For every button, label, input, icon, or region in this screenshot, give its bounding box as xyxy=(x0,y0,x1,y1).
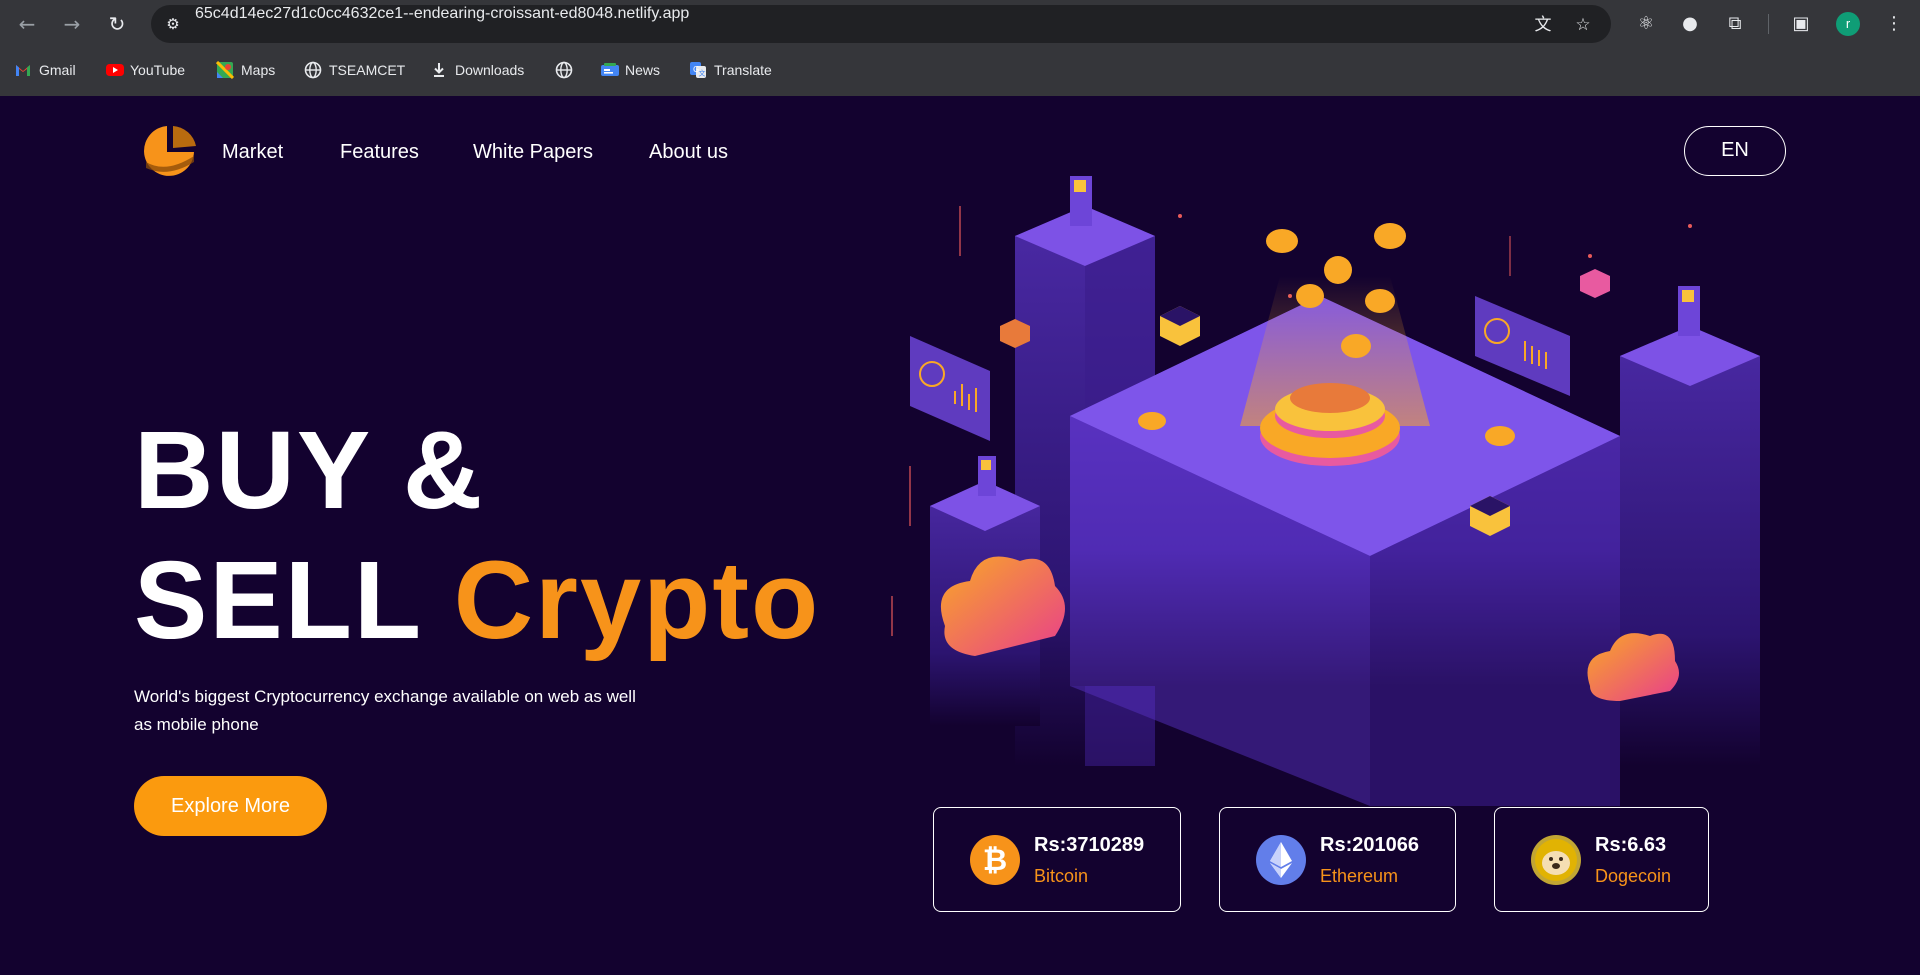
dogecoin-icon xyxy=(1531,835,1581,885)
back-arrow-icon[interactable]: ← xyxy=(13,10,41,38)
ethereum-icon xyxy=(1256,835,1306,885)
bookmark-label: TSEAMCET xyxy=(329,62,406,78)
bookmark-label: Gmail xyxy=(39,62,76,78)
toolbar-divider xyxy=(1768,14,1769,34)
bookmark-gmail[interactable]: Gmail xyxy=(14,56,76,84)
bookmark-label: Translate xyxy=(714,62,772,78)
nav-about-us[interactable]: About us xyxy=(649,141,728,164)
extensions-puzzle-icon[interactable]: ⧉ xyxy=(1723,12,1747,36)
coin-name: Bitcoin xyxy=(1034,866,1089,886)
bookmark-downloads[interactable]: Downloads xyxy=(430,56,524,84)
bookmark-maps[interactable]: Maps xyxy=(215,56,276,84)
url-text[interactable]: 65c4d14ec27d1c0cc4632ce1--endearing-croi… xyxy=(195,5,689,23)
hero-subtitle: World's biggest Cryptocurrency exchange … xyxy=(134,687,636,734)
globe-icon xyxy=(304,61,322,79)
youtube-icon xyxy=(105,61,124,79)
bookmark-unnamed[interactable] xyxy=(555,56,580,84)
coin-card-ethereum[interactable]: Rs:201066 Ethereum xyxy=(1219,807,1456,912)
coin-price: Rs:6.63 xyxy=(1595,834,1667,856)
isometric-crypto-city-illustration xyxy=(891,176,1760,806)
site-info-icon[interactable]: ⚙ xyxy=(163,14,183,34)
side-panel-icon[interactable]: ▣ xyxy=(1789,12,1813,36)
extension-mouse-icon[interactable]: ● xyxy=(1678,12,1702,36)
gmail-icon xyxy=(14,61,32,79)
bookmark-youtube[interactable]: YouTube xyxy=(105,56,185,84)
hero-title-sell: SELL xyxy=(134,539,454,662)
globe-icon xyxy=(555,61,573,79)
crypto-landing-page: Market Features White Papers About us EN… xyxy=(0,96,1920,975)
address-bar[interactable]: ⚙ 65c4d14ec27d1c0cc4632ce1--endearing-cr… xyxy=(151,5,1611,43)
hero-title-line2: SELL Crypto xyxy=(134,536,820,666)
coin-name: Ethereum xyxy=(1320,866,1399,886)
bookmarks-bar: Gmail YouTube Maps TSEAMCET Downloads Ne… xyxy=(0,56,1920,84)
nav-features[interactable]: Features xyxy=(340,141,419,164)
site-logo[interactable] xyxy=(136,122,198,176)
translate-icon: G文 xyxy=(689,61,707,79)
explore-more-button[interactable]: Explore More xyxy=(134,776,327,836)
download-icon xyxy=(430,61,448,79)
svg-text:文: 文 xyxy=(699,69,706,78)
hero-title-crypto: Crypto xyxy=(453,539,821,662)
bookmark-tseamcet[interactable]: TSEAMCET xyxy=(304,56,405,84)
react-devtools-icon[interactable]: ⚛ xyxy=(1634,12,1658,36)
bookmark-star-icon[interactable]: ☆ xyxy=(1572,14,1594,36)
bookmark-news[interactable]: News xyxy=(600,56,660,84)
browser-chrome: ← → ↻ ⚙ 65c4d14ec27d1c0cc4632ce1--endear… xyxy=(0,0,1920,96)
translate-page-icon[interactable]: 文 xyxy=(1532,14,1554,36)
news-icon xyxy=(600,61,619,79)
bookmark-label: YouTube xyxy=(130,62,186,78)
profile-avatar[interactable]: r xyxy=(1836,12,1860,36)
coin-price: Rs:201066 xyxy=(1320,834,1419,856)
hero-title: BUY & SELL Crypto xyxy=(134,406,820,666)
coin-price: Rs:3710289 xyxy=(1034,834,1145,856)
nav-market[interactable]: Market xyxy=(222,141,283,164)
bookmark-label: Maps xyxy=(241,62,276,78)
forward-arrow-icon[interactable]: → xyxy=(58,10,86,38)
nav-white-papers[interactable]: White Papers xyxy=(473,141,593,164)
bitcoin-icon: ₿ xyxy=(970,835,1020,885)
maps-icon xyxy=(215,60,235,80)
reload-icon[interactable]: ↻ xyxy=(103,10,131,38)
bookmark-translate[interactable]: G文 Translate xyxy=(689,56,772,84)
browser-menu-icon[interactable]: ⋮ xyxy=(1882,12,1906,36)
hero-title-line1: BUY & xyxy=(134,409,485,532)
coin-card-dogecoin[interactable]: Rs:6.63 Dogecoin xyxy=(1494,807,1709,912)
coin-card-bitcoin[interactable]: ₿ Rs:3710289 Bitcoin xyxy=(933,807,1181,912)
bookmark-label: News xyxy=(625,62,661,78)
svg-text:₿: ₿ xyxy=(983,843,1007,878)
browser-toolbar: ← → ↻ ⚙ 65c4d14ec27d1c0cc4632ce1--endear… xyxy=(0,0,1920,48)
bookmark-label: Downloads xyxy=(455,62,525,78)
coin-name: Dogecoin xyxy=(1595,866,1672,886)
